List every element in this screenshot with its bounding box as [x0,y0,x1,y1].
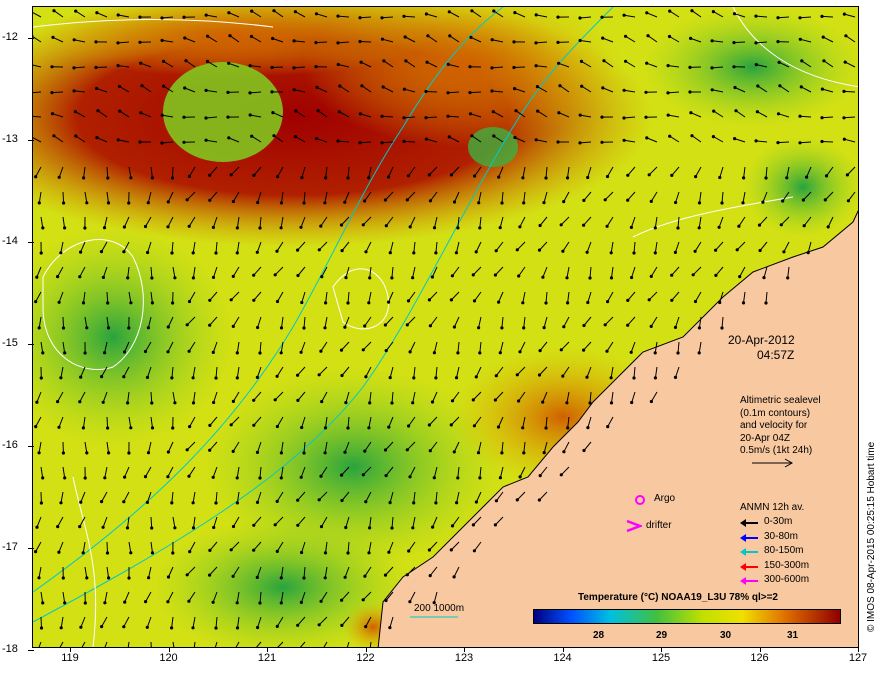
colorbar-tick: 31 [787,630,799,641]
info-line: Altimetric sealevel [740,395,821,406]
lat-tick [28,344,34,345]
lat-tick-label: -16 [2,439,18,451]
isobath-label: 200 1000m [414,603,465,614]
lon-tick-label: 124 [553,652,572,664]
lon-tick [858,647,859,652]
lon-tick [168,647,170,652]
colorbar [533,609,841,624]
anmn-item-label: 150-300m [764,559,810,571]
lon-tick-label: 122 [356,652,375,664]
argo-label: Argo [654,493,676,504]
lon-tick [464,647,465,652]
lat-tick [28,446,34,447]
altimetry-info: Altimetric sealevel (0.1m contours) and … [740,395,821,458]
lon-tick [365,647,367,652]
anmn-title: ANMN 12h av. [740,502,805,513]
map-canvas [33,7,858,647]
lat-tick [28,548,34,549]
lat-tick-label: -15 [2,337,18,349]
lat-tick [28,242,34,243]
sst-map[interactable] [32,6,859,648]
lon-tick-label: 126 [750,652,769,664]
argo-marker-icon [635,495,645,505]
date-label: 20-Apr-2012 [728,333,795,347]
lat-tick-label: -14 [2,235,18,247]
time-label: 04:57Z [757,348,795,362]
colorbar-title: Temperature (°C) NOAA19_L3U 78% ql>=2 [578,592,778,603]
lon-tick-label: 125 [651,652,671,664]
anmn-item-label: 30-80m [764,530,798,542]
lon-tick-label: 127 [848,652,868,664]
colorbar-tick: 29 [656,630,668,641]
lon-tick [70,647,71,652]
lon-tick [661,647,662,652]
info-line: (0.1m contours) [740,407,811,419]
lon-tick [759,647,761,652]
anmn-item-label: 0-30m [764,516,793,527]
anmn-item-label: 80-150m [764,545,804,556]
anmn-arrow-icon [740,548,758,556]
lon-tick-label: 119 [61,652,79,664]
anmn-item-label: 300-600m [764,574,810,585]
info-line: and velocity for [740,420,808,431]
drifter-label: drifter [646,520,672,531]
lon-tick [267,647,268,652]
isobath-legend-line [410,616,458,618]
info-line: 20-Apr 04Z [740,432,791,444]
lon-tick [562,647,564,652]
lat-tick-label: -18 [2,643,18,655]
lon-tick-label: 121 [257,652,277,664]
lat-tick [28,38,34,39]
colorbar-tick: 28 [593,630,605,641]
lat-tick-label: -12 [2,31,18,43]
lat-tick-label: -17 [2,541,18,553]
anmn-arrow-icon [740,519,758,527]
lon-tick-label: 120 [159,652,178,664]
anmn-arrow-icon [740,562,758,571]
credit-text: © IMOS 08-Apr-2015 00:25:15 Hobart time [866,441,877,632]
info-line: 0.5m/s (1kt 24h) [740,445,813,456]
anmn-arrow-icon [740,577,758,585]
drifter-marker-icon [626,519,642,533]
scale-arrow-icon [752,458,794,468]
anmn-arrow-icon [740,533,758,542]
lat-tick [28,140,34,141]
lat-tick-label: -13 [2,133,18,145]
lon-tick-label: 123 [454,652,474,664]
lat-tick [28,650,34,651]
colorbar-tick: 30 [720,630,732,641]
